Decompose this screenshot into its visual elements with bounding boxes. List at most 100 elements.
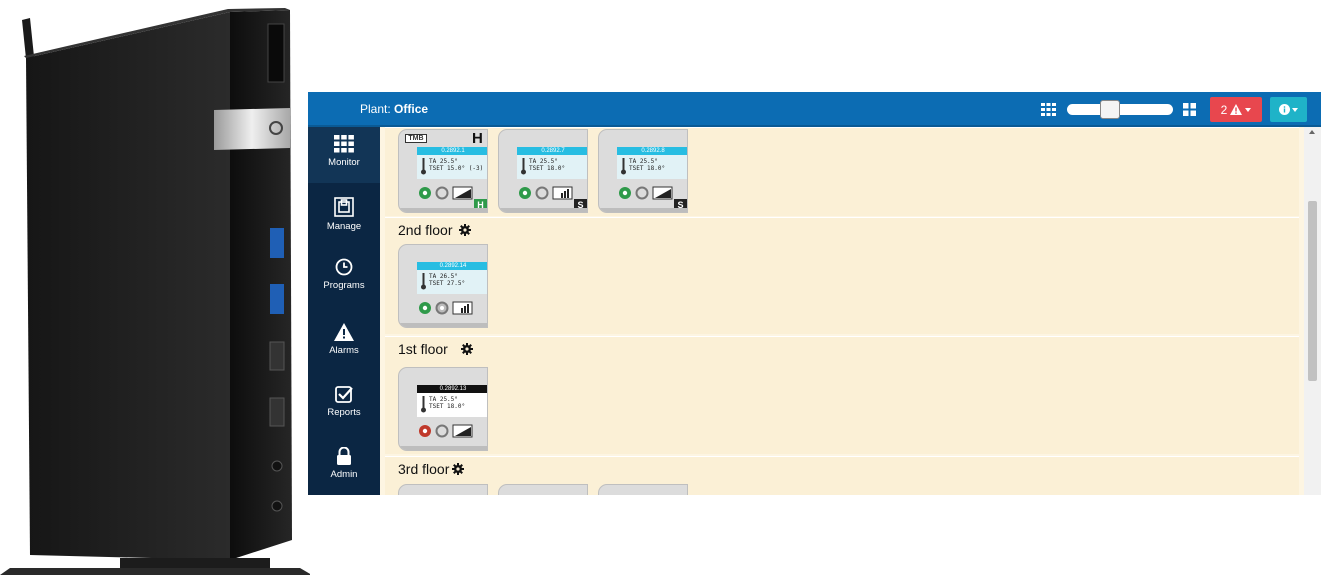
gear-icon[interactable] bbox=[460, 343, 473, 355]
zones-panel: TMB H 0.2892.1 TA 25.5° TSET 15.0° (-3) … bbox=[380, 127, 1304, 495]
stage: Plant: Office 2 Monitor Manage Programs … bbox=[0, 0, 1326, 577]
sidebar-item-manage[interactable]: Manage bbox=[308, 189, 380, 245]
device-tset: TSET 18.0° bbox=[429, 403, 466, 410]
device-id: 0.2892.13 bbox=[417, 385, 487, 393]
device-card-partial[interactable] bbox=[598, 484, 688, 495]
device-ta: TA 25.5° bbox=[429, 396, 458, 403]
device-mode-letter: H bbox=[472, 130, 483, 147]
vertical-scrollbar[interactable] bbox=[1304, 127, 1321, 495]
scrollbar-thumb[interactable] bbox=[1308, 201, 1317, 381]
sidebar-item-admin[interactable]: Admin bbox=[308, 439, 380, 495]
device-display: TA 25.5° TSET 15.0° (-3) bbox=[417, 155, 487, 179]
device-display: TA 26.5° TSET 27.5° bbox=[417, 270, 487, 294]
grid-large-icon[interactable] bbox=[1041, 103, 1056, 121]
sidebar-item-monitor[interactable]: Monitor bbox=[308, 127, 380, 183]
thermometer-icon bbox=[521, 158, 526, 175]
device-readings: TA 25.5° TSET 18.0° bbox=[529, 158, 565, 172]
checkbox-icon bbox=[335, 386, 353, 403]
device-ta: TA 25.5° bbox=[429, 158, 458, 165]
alarm-dropdown-button[interactable]: 2 bbox=[1210, 97, 1262, 122]
info-icon bbox=[1279, 104, 1290, 115]
top-bar: Plant: Office 2 bbox=[308, 92, 1321, 127]
device-ta: TA 26.5° bbox=[429, 273, 458, 280]
sidebar-item-label: Alarms bbox=[329, 345, 359, 356]
device-display: TA 25.5° TSET 18.0° bbox=[417, 393, 487, 417]
device-tset: TSET 27.5° bbox=[429, 280, 466, 287]
device-card-base bbox=[399, 446, 487, 450]
device-card-partial[interactable] bbox=[398, 484, 488, 495]
thermometer-icon bbox=[421, 158, 426, 175]
device-controls bbox=[419, 186, 473, 200]
zone-title: 2nd floor bbox=[398, 222, 453, 238]
device-tag: TMB bbox=[405, 134, 427, 143]
zoom-slider-track[interactable] bbox=[1067, 104, 1173, 115]
device-card[interactable]: 0.2892.8 TA 25.5° TSET 18.0° S bbox=[598, 129, 688, 213]
zone-header: 1st floor bbox=[398, 341, 473, 357]
zoom-slider-handle[interactable] bbox=[1100, 100, 1120, 119]
device-controls bbox=[619, 186, 673, 200]
warning-icon bbox=[334, 323, 354, 341]
device-card[interactable]: TMB H 0.2892.1 TA 25.5° TSET 15.0° (-3) … bbox=[398, 129, 488, 213]
device-card-base bbox=[399, 323, 487, 327]
device-readings: TA 26.5° TSET 27.5° bbox=[429, 273, 465, 287]
alarm-count: 2 bbox=[1220, 102, 1228, 117]
device-card-base bbox=[599, 208, 687, 212]
device-card-base bbox=[499, 208, 587, 212]
plant-name: Office bbox=[394, 102, 429, 116]
zone-section: 2nd floor 0.2892.14 TA 26.5° TSET 27.5° bbox=[385, 217, 1299, 334]
device-card-base bbox=[399, 208, 487, 212]
info-dropdown-button[interactable] bbox=[1270, 97, 1307, 122]
grid-small-icon[interactable] bbox=[1183, 103, 1196, 121]
device-readings: TA 25.5° TSET 15.0° (-3) bbox=[429, 158, 483, 172]
zone-section: 1st floor 0.2892.13 TA 25.5° TSET 18.0° bbox=[385, 336, 1299, 454]
plant-title: Plant: Office bbox=[360, 102, 428, 116]
device-tset: TSET 18.0° bbox=[629, 165, 666, 172]
device-id: 0.2892.7 bbox=[517, 147, 587, 155]
device-tset: TSET 18.0° bbox=[529, 165, 566, 172]
device-display: TA 25.5° TSET 18.0° bbox=[617, 155, 687, 179]
device-card[interactable]: 0.2892.14 TA 26.5° TSET 27.5° bbox=[398, 244, 488, 328]
thermometer-icon bbox=[421, 396, 426, 413]
device-id: 0.2892.14 bbox=[417, 262, 487, 270]
device-controls bbox=[419, 424, 473, 438]
sidebar-item-label: Reports bbox=[327, 407, 361, 418]
zone-section: 3rd floor bbox=[385, 456, 1299, 495]
sidebar-item-alarms[interactable]: Alarms bbox=[308, 315, 380, 371]
zone-header: 2nd floor bbox=[398, 222, 472, 238]
gear-icon[interactable] bbox=[459, 224, 472, 236]
device-ta: TA 25.5° bbox=[629, 158, 658, 165]
device-card-partial[interactable] bbox=[498, 484, 588, 495]
chevron-down-icon bbox=[1292, 107, 1298, 112]
app-window: Plant: Office 2 Monitor Manage Programs … bbox=[308, 92, 1321, 495]
zone-section: TMB H 0.2892.1 TA 25.5° TSET 15.0° (-3) … bbox=[385, 127, 1299, 216]
manage-icon bbox=[334, 197, 354, 217]
device-controls bbox=[519, 186, 573, 200]
device-controls bbox=[419, 301, 473, 315]
sidebar-item-label: Manage bbox=[326, 221, 362, 232]
device-tset: TSET 15.0° (-3) bbox=[429, 165, 484, 172]
sidebar-item-label: Admin bbox=[330, 469, 358, 480]
lock-icon bbox=[337, 447, 351, 465]
clock-icon bbox=[335, 258, 353, 276]
sidebar-item-label: Monitor bbox=[328, 157, 360, 168]
device-readings: TA 25.5° TSET 18.0° bbox=[429, 396, 465, 410]
sidebar-item-programs[interactable]: Programs bbox=[308, 252, 380, 308]
thermometer-icon bbox=[621, 158, 626, 175]
zone-title: 1st floor bbox=[398, 341, 448, 357]
mini-pc-image bbox=[0, 8, 310, 575]
device-card[interactable]: 0.2892.13 TA 25.5° TSET 18.0° bbox=[398, 367, 488, 451]
device-ta: TA 25.5° bbox=[529, 158, 558, 165]
zone-title: 3rd floor bbox=[398, 461, 450, 477]
sidebar-item-reports[interactable]: Reports bbox=[308, 379, 380, 435]
plant-label: Plant: bbox=[360, 102, 391, 116]
device-card[interactable]: 0.2892.7 TA 25.5° TSET 18.0° S bbox=[498, 129, 588, 213]
sidebar: Monitor Manage Programs Alarms Reports A… bbox=[308, 127, 380, 495]
grid-icon bbox=[334, 135, 354, 153]
device-id: 0.2892.1 bbox=[417, 147, 487, 155]
scroll-up-arrow-icon[interactable] bbox=[1309, 130, 1315, 134]
warning-icon bbox=[1230, 104, 1243, 115]
zone-header: 3rd floor bbox=[398, 461, 465, 477]
device-id: 0.2892.8 bbox=[617, 147, 687, 155]
gear-icon[interactable] bbox=[452, 463, 465, 475]
sidebar-item-label: Programs bbox=[323, 280, 365, 291]
